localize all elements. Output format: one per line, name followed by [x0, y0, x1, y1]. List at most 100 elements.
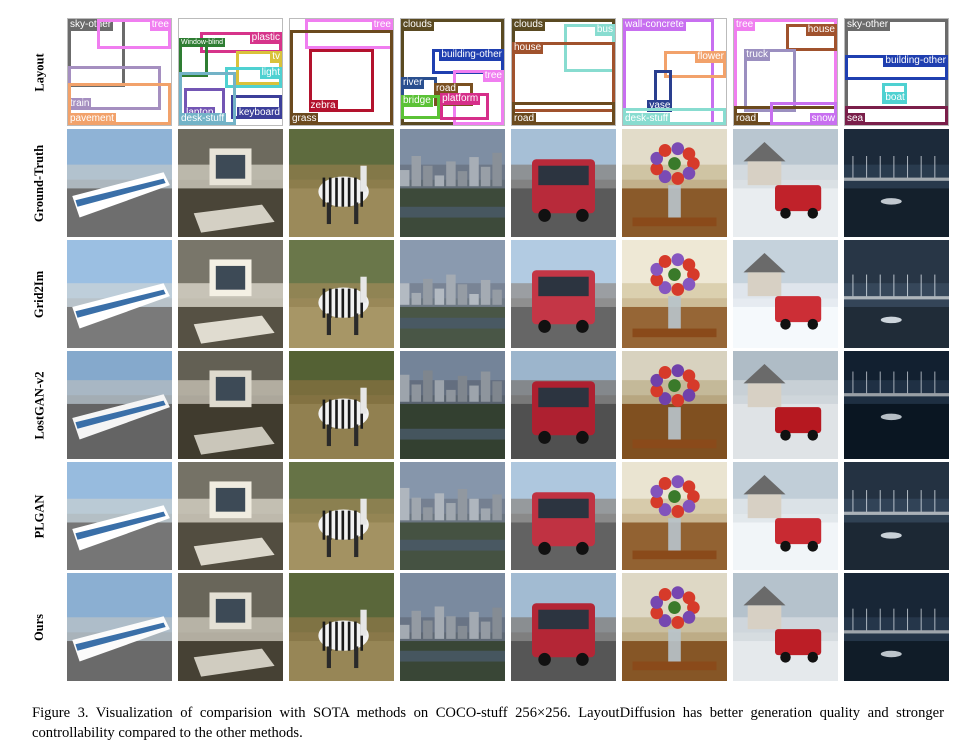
building-shape: [423, 278, 433, 305]
building-shape: [400, 170, 410, 187]
photo-illustration: [400, 573, 505, 681]
photo-illustration: [733, 462, 838, 570]
building-shape: [411, 292, 421, 305]
flower-petal: [671, 586, 685, 600]
zebra-leg: [326, 424, 331, 447]
boat-mast: [907, 490, 909, 514]
building-shape: [492, 152, 502, 187]
layout-panel-flower: wall-concrete flower vase desk-stuff: [622, 18, 727, 126]
screen-shape: [215, 376, 246, 401]
flower-leaves: [668, 379, 681, 393]
zebra-stripe: [354, 399, 357, 429]
layout-box-label: wall-concrete: [623, 19, 686, 31]
river-shape: [400, 539, 505, 551]
row-label: Ground-Truth: [20, 129, 60, 237]
table-shape: [632, 661, 717, 671]
photo-illustration: [289, 462, 394, 570]
bus-window: [538, 165, 589, 186]
result-image-flower: [622, 462, 727, 570]
building-shape: [469, 294, 479, 305]
zebra-stripe: [328, 177, 332, 207]
boat-mast: [866, 490, 868, 514]
shoreline: [844, 296, 949, 300]
boat-shape: [880, 650, 902, 658]
flower-petal: [671, 253, 685, 267]
layout-panel-zebra: tree zebra grass: [289, 18, 394, 126]
flower-leaves: [668, 157, 681, 171]
zebra-stripe: [341, 621, 345, 651]
result-image-desk: [178, 462, 283, 570]
bus-window: [538, 609, 589, 630]
building-shape: [400, 374, 410, 402]
zebra-leg: [326, 646, 331, 669]
building-shape: [457, 284, 468, 305]
layout-box-label: building-other: [883, 55, 948, 68]
zebra-stripe: [322, 510, 326, 540]
layout-box-label: Window-blind: [179, 38, 226, 48]
result-image-zebra: [289, 462, 394, 570]
building-shape: [423, 507, 433, 521]
boat-mast: [866, 274, 868, 299]
layout-box-label: bridge: [401, 95, 433, 108]
result-image-bus: [511, 240, 616, 348]
layout-box-label: flower: [695, 50, 726, 63]
building-shape: [423, 165, 433, 187]
zebra-stripe: [347, 621, 351, 651]
result-image-city: [400, 129, 505, 237]
result-image-city: [400, 462, 505, 570]
bus-wheel: [576, 652, 589, 666]
flower-petal: [682, 147, 696, 161]
truck-wheel: [780, 540, 791, 552]
layout-box-label: river: [401, 77, 425, 90]
flower-petal: [682, 369, 696, 383]
photo-illustration: [844, 573, 949, 681]
zebra-stripe: [335, 510, 338, 540]
flower-petal: [682, 591, 696, 605]
result-image-desk: [178, 240, 283, 348]
layout-box-label: building-other: [439, 48, 504, 61]
flower-petal: [658, 143, 672, 157]
layout-box-label: clouds: [512, 19, 545, 31]
photo-illustration: [400, 462, 505, 570]
photo-illustration: [289, 351, 394, 459]
result-image-train: [67, 462, 172, 570]
layout-panel-harbor: sky-other building-other boat sea: [844, 18, 949, 126]
layout-box-label: sea: [845, 113, 866, 125]
layout-box-label: tree: [149, 19, 171, 31]
photo-illustration: [511, 240, 616, 348]
boat-mast: [934, 371, 936, 396]
building-shape: [400, 283, 410, 305]
flower-leaves: [668, 601, 681, 615]
zebra-stripe: [322, 621, 326, 651]
layout-box-label: sky-other: [845, 19, 891, 31]
layout-box-label: pavement: [68, 113, 116, 125]
result-image-bus: [511, 129, 616, 237]
bus-wheel: [538, 652, 551, 666]
bus-window: [538, 276, 589, 297]
boat-mast: [852, 490, 854, 514]
building-shape: [469, 498, 479, 521]
building-shape: [400, 487, 410, 521]
building-shape: [469, 157, 479, 187]
building-shape: [446, 503, 456, 521]
photo-illustration: [67, 129, 172, 237]
boat-shape: [880, 532, 902, 539]
vase-shape: [668, 296, 681, 329]
building-shape: [480, 279, 491, 305]
truck-wheel: [807, 207, 819, 219]
bus-window: [538, 387, 589, 408]
photo-illustration: [67, 240, 172, 348]
river-shape: [400, 650, 505, 662]
flower-petal: [671, 615, 685, 629]
boat-mast: [920, 490, 922, 514]
row-label: Ours: [20, 573, 60, 681]
house-wall: [747, 494, 782, 519]
flower-leaves: [668, 490, 681, 504]
result-image-harbor: [844, 573, 949, 681]
boat-mast: [866, 608, 868, 633]
vase-shape: [668, 185, 681, 218]
layout-box-label: road: [734, 113, 759, 125]
table-shape: [632, 550, 717, 560]
building-shape: [469, 385, 479, 402]
building-shape: [423, 620, 433, 639]
